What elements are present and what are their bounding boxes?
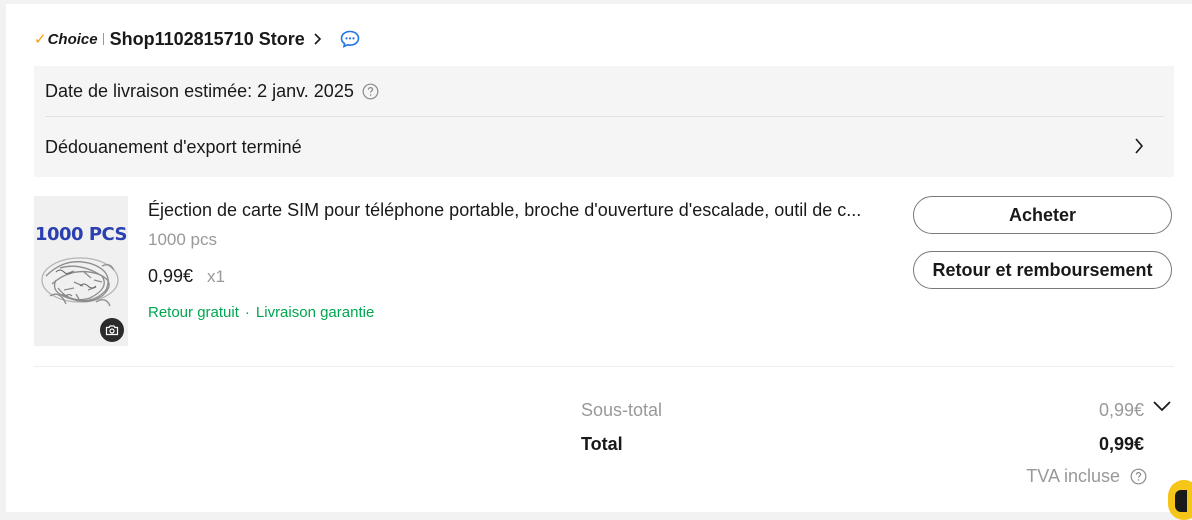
product-image-label: 1000 PCS [34,224,128,245]
product-variant: 1000 pcs [148,230,217,249]
delivery-estimate: Date de livraison estimée: 2 janv. 2025 [45,66,379,116]
product-image[interactable]: 1000 PCS [34,196,128,346]
divider [34,366,1174,367]
total-label: Total [581,433,623,454]
product-quantity: x1 [207,267,226,286]
subtotal-label: Sous-total [581,399,663,420]
delivery-estimate-text: Date de livraison estimée: 2 janv. 2025 [45,80,354,101]
chevron-down-icon[interactable] [1152,400,1172,412]
choice-label: Choice [47,30,98,48]
chat-bubble-icon[interactable] [340,30,360,48]
chevron-right-icon[interactable] [313,32,322,46]
checkmark-icon: ✓ [34,31,47,48]
guaranteed-delivery-label: Livraison garantie [255,304,375,321]
help-icon[interactable] [362,83,379,100]
delivery-box: Date de livraison estimée: 2 janv. 2025 … [34,66,1174,177]
assistant-icon [1175,490,1187,512]
subtotal-row: Sous-total 0,99€ [581,398,1144,422]
total-row: Total 0,99€ [581,432,1144,456]
order-card: ✓ Choice Shop1102815710 Store Date de li… [6,4,1192,512]
shipping-status-row[interactable]: Dédouanement d'export terminé [34,117,1174,177]
sim-pins-image [41,257,119,307]
camera-icon[interactable] [100,318,124,342]
benefit-separator: · [244,304,250,321]
subtotal-value: 0,99€ [1098,399,1144,420]
free-return-label: Retour gratuit [148,304,239,321]
total-value: 0,99€ [1098,433,1144,454]
product-title-link[interactable]: Éjection de carte SIM pour téléphone por… [148,196,881,224]
choice-separator [102,33,104,45]
vat-label: TVA incluse [1026,465,1120,486]
floating-assistant-button[interactable] [1168,480,1192,520]
store-name-link[interactable]: Shop1102815710 Store [110,29,305,50]
shipping-status-text: Dédouanement d'export terminé [45,136,302,157]
store-header: ✓ Choice Shop1102815710 Store [34,24,360,54]
help-icon[interactable] [1130,468,1147,485]
product-info: Éjection de carte SIM pour téléphone por… [148,196,888,323]
benefits-row: Retour gratuit · Livraison garantie [148,303,888,323]
buy-again-button[interactable]: Acheter [913,196,1172,234]
choice-badge: ✓ Choice [34,30,110,48]
product-price: 0,99€ [148,266,194,286]
price-row: 0,99€ x1 [148,264,888,289]
chevron-right-icon [1134,137,1144,155]
return-refund-button[interactable]: Retour et remboursement [913,251,1172,289]
vat-row: TVA incluse [581,464,1147,488]
